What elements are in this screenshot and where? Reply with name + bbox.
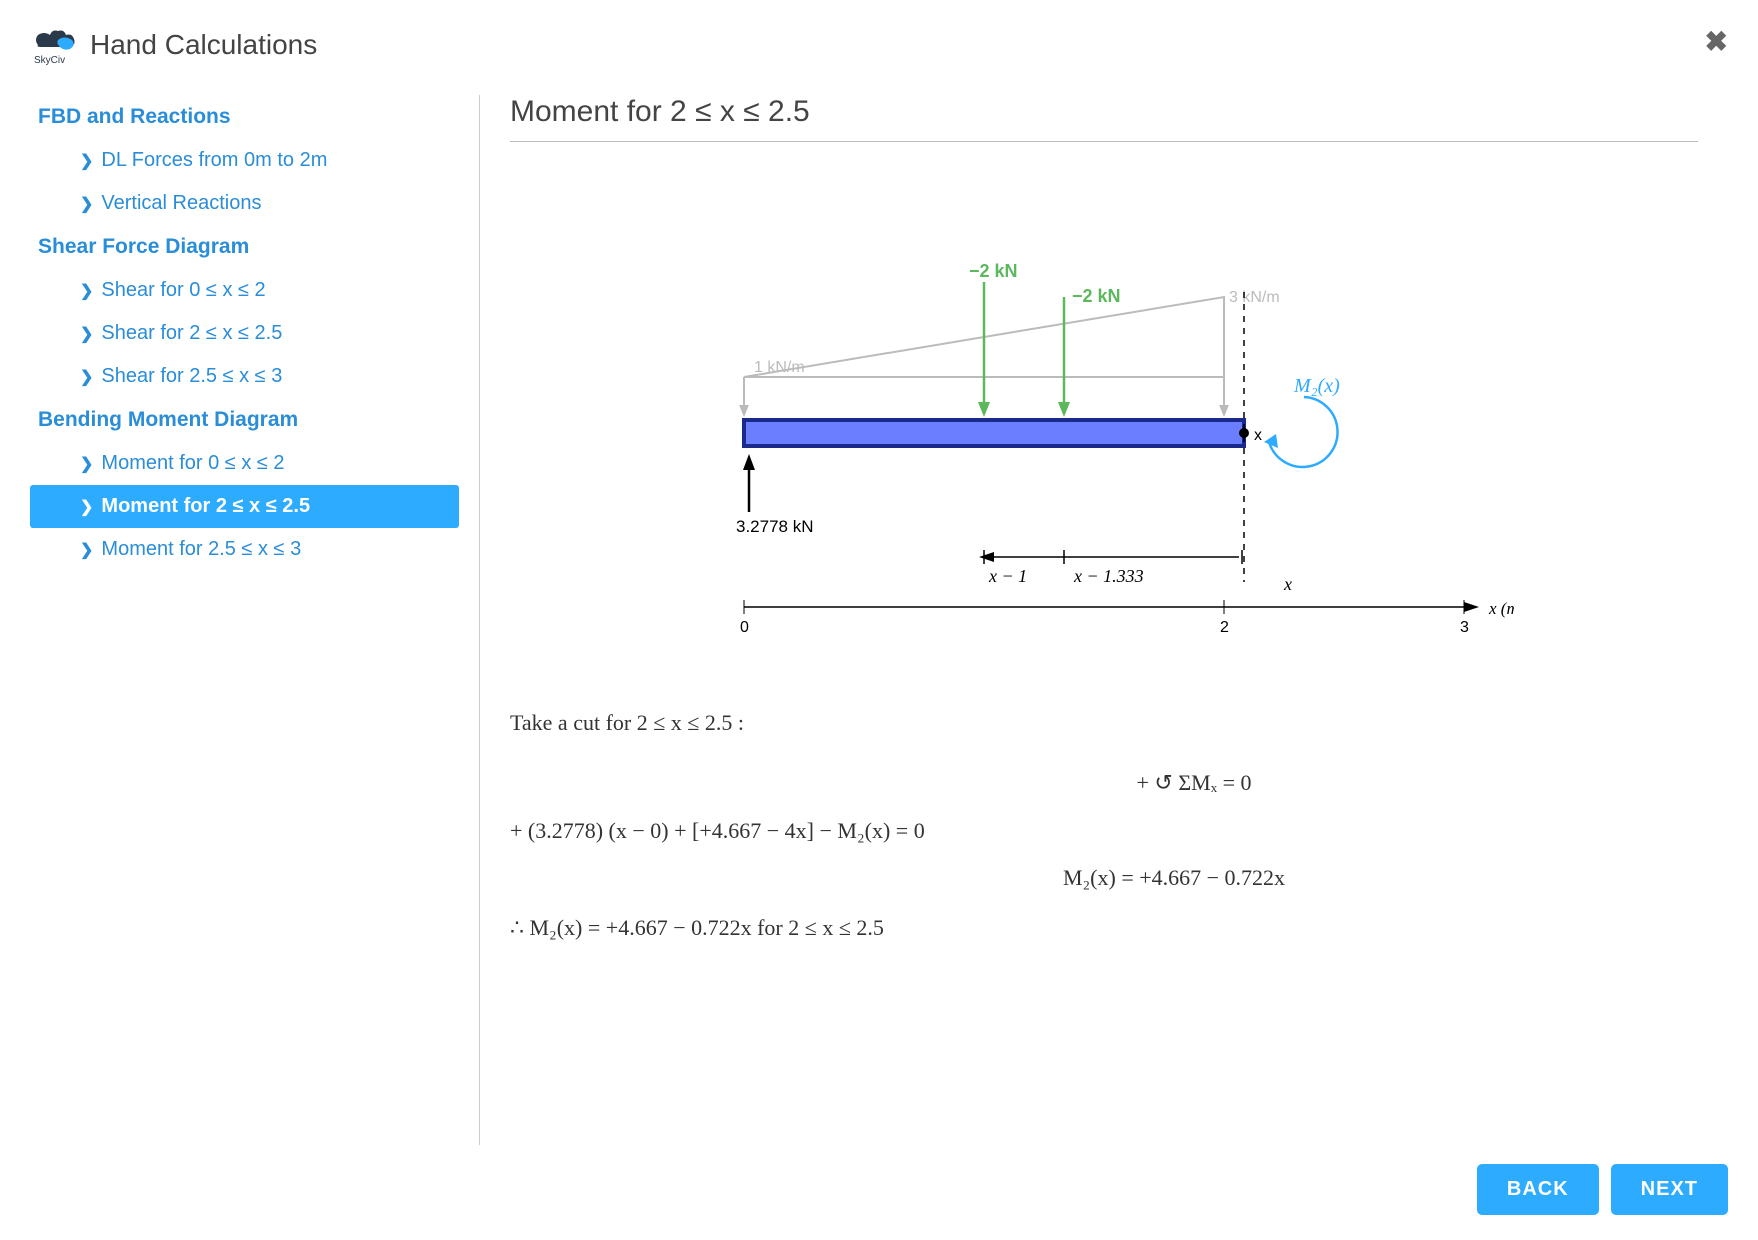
chevron-right-icon: ❯ (80, 367, 93, 387)
calc-conclusion: ∴ M₂(x) = +4.667 − 0.722x for 2 ≤ x ≤ 2.… (510, 907, 1698, 949)
nav-item-shear-0-2[interactable]: ❯ Shear for 0 ≤ x ≤ 2 (30, 269, 459, 312)
moment-label: M₂(x) (1293, 375, 1340, 397)
nav-item-moment-25-3[interactable]: ❯ Moment for 2.5 ≤ x ≤ 3 (30, 528, 459, 571)
calc-sum-moments: + ↺ ΣMₓ = 0 (510, 762, 1698, 804)
nav-item-label: Moment for 2 ≤ x ≤ 2.5 (101, 495, 310, 518)
nav-item-moment-0-2[interactable]: ❯ Moment for 0 ≤ x ≤ 2 (30, 442, 459, 485)
tick-3: 3 (1460, 619, 1469, 636)
back-button[interactable]: BACK (1477, 1164, 1599, 1215)
chevron-right-icon: ❯ (80, 151, 93, 171)
tick-2: 2 (1220, 619, 1229, 636)
chevron-right-icon: ❯ (80, 324, 93, 344)
chevron-right-icon: ❯ (80, 454, 93, 474)
footer-buttons: BACK NEXT (1477, 1164, 1728, 1215)
dim-1: x − 1 (988, 566, 1027, 586)
svg-text:SkyCiv: SkyCiv (34, 55, 65, 65)
nav-item-label: DL Forces from 0m to 2m (101, 149, 327, 172)
reaction-force: 3.2778 kN (736, 517, 814, 536)
nav-item-label: Shear for 0 ≤ x ≤ 2 (101, 279, 265, 302)
sidebar: FBD and Reactions ❯ DL Forces from 0m to … (30, 95, 480, 1145)
nav-item-label: Shear for 2 ≤ x ≤ 2.5 (101, 322, 282, 345)
nav-item-shear-2-25[interactable]: ❯ Shear for 2 ≤ x ≤ 2.5 (30, 312, 459, 355)
nav-item-label: Vertical Reactions (101, 192, 261, 215)
nav-item-shear-25-3[interactable]: ❯ Shear for 2.5 ≤ x ≤ 3 (30, 355, 459, 398)
nav-item-label: Moment for 2.5 ≤ x ≤ 3 (101, 538, 301, 561)
chevron-right-icon: ❯ (80, 281, 93, 301)
section-title: Moment for 2 ≤ x ≤ 2.5 (510, 95, 1698, 142)
chevron-right-icon: ❯ (80, 497, 93, 517)
dim-3: x (1283, 574, 1292, 594)
beam-diagram: 1 kN/m 3 kN/m −2 kN −2 kN x (510, 182, 1698, 662)
nav-item-label: Moment for 0 ≤ x ≤ 2 (101, 452, 284, 475)
calculation-steps: Take a cut for 2 ≤ x ≤ 2.5 : + ↺ ΣMₓ = 0… (510, 702, 1698, 949)
calc-intro: Take a cut for 2 ≤ x ≤ 2.5 : (510, 702, 1698, 744)
point-load-1: −2 kN (969, 261, 1018, 281)
point-load-2: −2 kN (1072, 286, 1121, 306)
dist-load-right: 3 kN/m (1229, 289, 1280, 306)
nav-item-vertical-reactions[interactable]: ❯ Vertical Reactions (30, 182, 459, 225)
nav-group-moment[interactable]: Bending Moment Diagram (30, 398, 459, 442)
header: SkyCiv Hand Calculations ✖ (30, 25, 1728, 65)
calc-result: M₂(x) = +4.667 − 0.722x (510, 857, 1698, 899)
next-button[interactable]: NEXT (1611, 1164, 1728, 1215)
dist-load-left: 1 kN/m (754, 359, 805, 376)
page-title: Hand Calculations (90, 29, 317, 61)
dim-2: x − 1.333 (1073, 566, 1144, 586)
chevron-right-icon: ❯ (80, 194, 93, 214)
axis-label: x (m) (1488, 599, 1514, 618)
cut-x-label: x (1254, 427, 1262, 444)
close-icon[interactable]: ✖ (1705, 25, 1728, 58)
nav-item-dl-forces[interactable]: ❯ DL Forces from 0m to 2m (30, 139, 459, 182)
nav-item-label: Shear for 2.5 ≤ x ≤ 3 (101, 365, 282, 388)
main-content: Moment for 2 ≤ x ≤ 2.5 1 kN/m 3 kN/m −2 … (480, 95, 1728, 1145)
skyciv-logo: SkyCiv (30, 25, 78, 65)
nav-group-fbd[interactable]: FBD and Reactions (30, 95, 459, 139)
tick-0: 0 (740, 619, 749, 636)
nav-group-shear[interactable]: Shear Force Diagram (30, 225, 459, 269)
calc-equation: + (3.2778) (x − 0) + [+4.667 − 4x] − M₂(… (510, 810, 1698, 852)
chevron-right-icon: ❯ (80, 540, 93, 560)
nav-item-moment-2-25[interactable]: ❯ Moment for 2 ≤ x ≤ 2.5 (30, 485, 459, 528)
